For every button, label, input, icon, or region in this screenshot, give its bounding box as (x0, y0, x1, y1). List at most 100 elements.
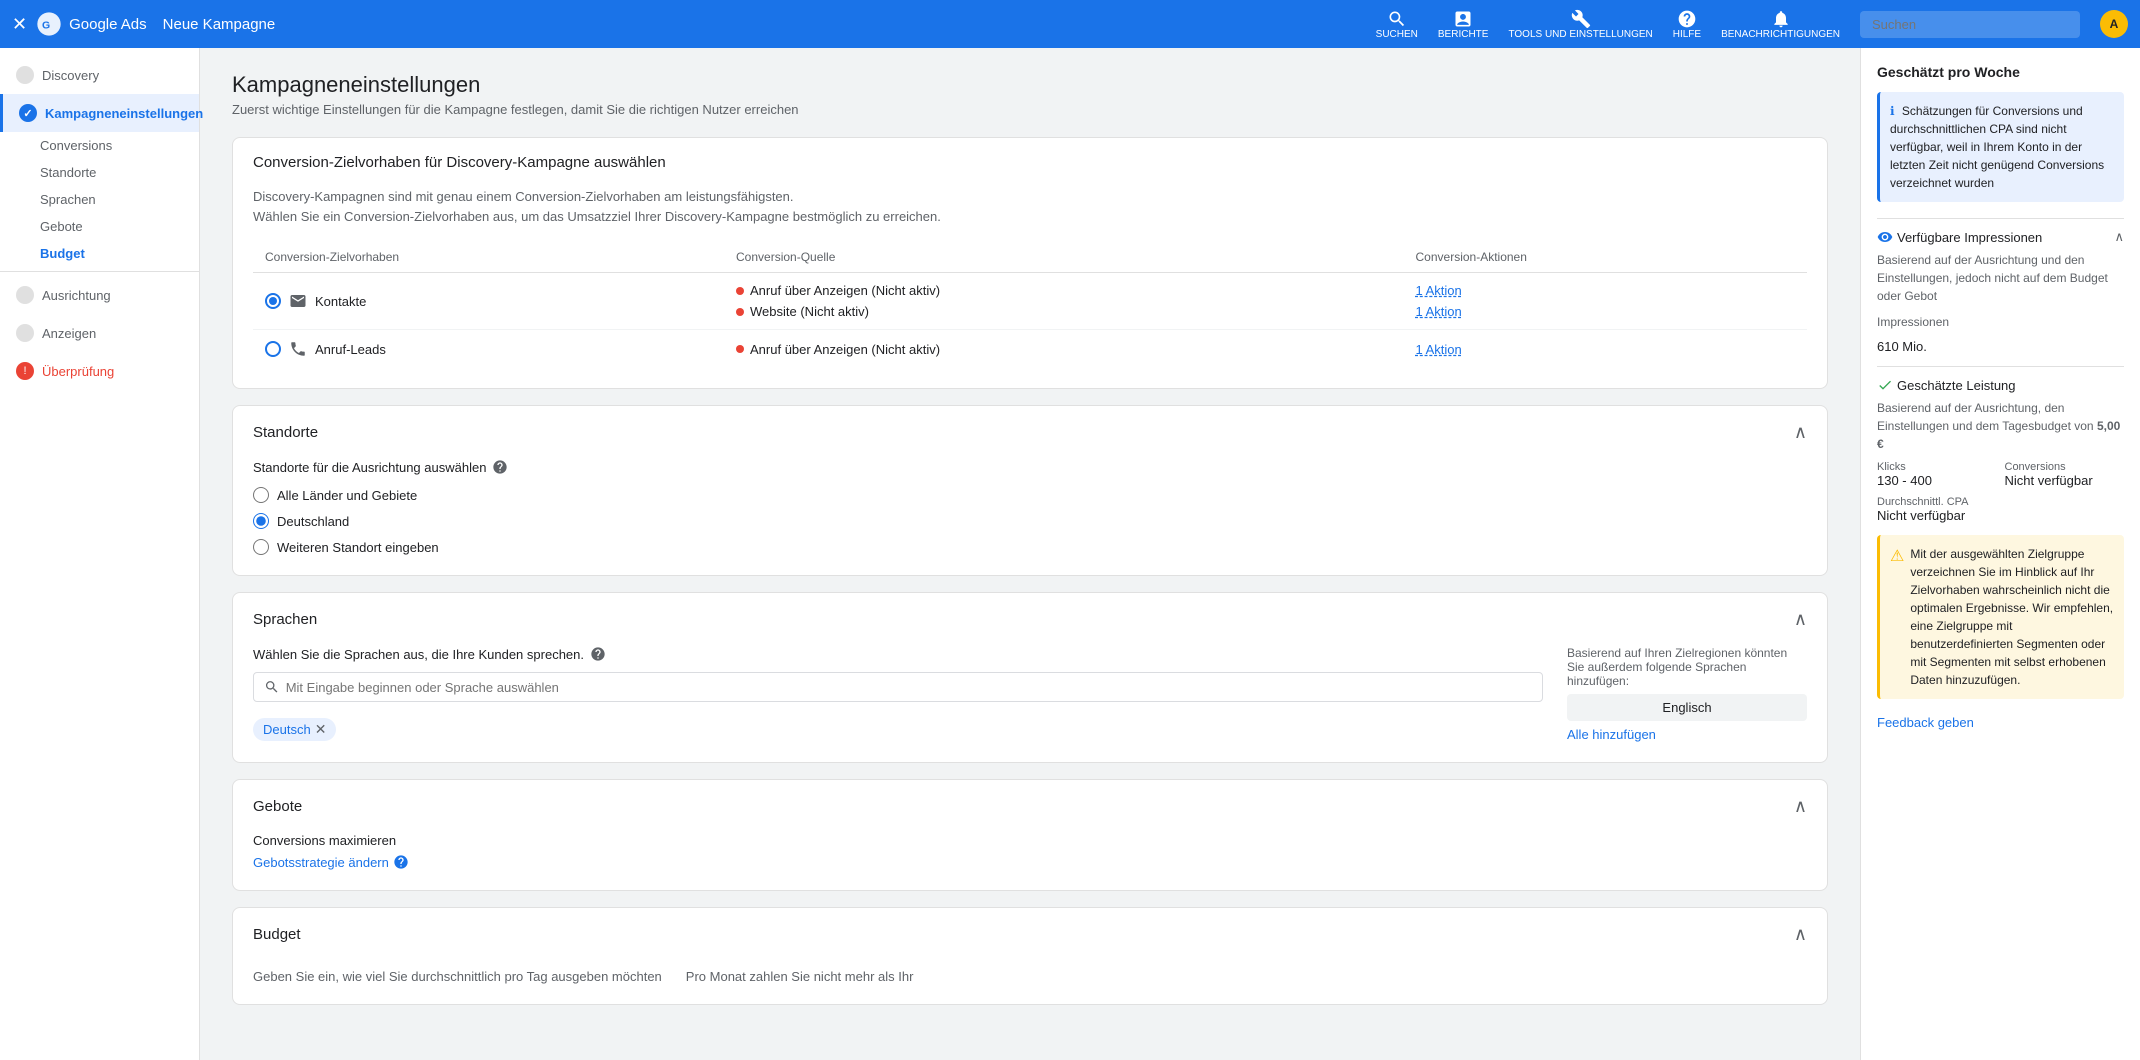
gebote-change-label: Gebotsstrategie ändern (253, 855, 389, 870)
tools-nav-label: TOOLS UND EINSTELLUNGEN (1508, 29, 1652, 40)
close-button[interactable]: ✕ (12, 14, 27, 35)
kontakte-action-2[interactable]: 1 Aktion (1416, 304, 1795, 319)
budget-collapse-icon[interactable]: ∧ (1794, 924, 1807, 945)
sidebar-sub-standorte[interactable]: Standorte (0, 159, 199, 186)
sidebar-conversions-label: Conversions (40, 138, 112, 153)
reports-nav-button[interactable]: BERICHTE (1438, 9, 1489, 40)
standorte-help-label: Standorte für die Ausrichtung auswählen (253, 460, 486, 475)
gebote-card-body: Conversions maximieren Gebotsstrategie ä… (233, 833, 1827, 890)
sprachen-title: Sprachen (253, 611, 317, 628)
anzeigen-step-icon (16, 324, 34, 342)
impressions-section-title: Verfügbare Impressionen ∧ (1877, 229, 2124, 245)
radio-alle-laender[interactable]: Alle Länder und Gebiete (253, 487, 1807, 503)
conversions-label: Conversions (2005, 461, 2125, 473)
col-zielvorhaben: Conversion-Zielvorhaben (253, 242, 724, 273)
budget-card-header[interactable]: Budget ∧ (233, 908, 1827, 961)
sidebar-sub-gebote[interactable]: Gebote (0, 213, 199, 240)
sidebar-item-ueberpruefung[interactable]: ! Überprüfung (0, 352, 199, 390)
kontakte-radio[interactable] (265, 293, 281, 309)
sprachen-suggested-title: Basierend auf Ihren Zielregionen könnten… (1567, 646, 1807, 688)
discovery-step-icon (16, 66, 34, 84)
standorte-collapse-icon[interactable]: ∧ (1794, 422, 1807, 443)
sprachen-search-icon (264, 679, 280, 695)
kontakte-label: Kontakte (315, 294, 366, 309)
kontakte-goal: Kontakte (265, 292, 712, 310)
impressions-description: Basierend auf der Ausrichtung und den Ei… (1877, 251, 2124, 305)
sprachen-layout: Wählen Sie die Sprachen aus, die Ihre Ku… (253, 646, 1807, 742)
tools-nav-button[interactable]: TOOLS UND EINSTELLUNGEN (1508, 9, 1652, 40)
add-all-button[interactable]: Alle hinzufügen (1567, 727, 1807, 742)
anruf-sources: Anruf über Anzeigen (Nicht aktiv) (736, 342, 1392, 357)
sidebar-sub-sprachen[interactable]: Sprachen (0, 186, 199, 213)
gebote-change-link[interactable]: Gebotsstrategie ändern (253, 854, 1807, 870)
radio-weiterer[interactable]: Weiteren Standort eingeben (253, 539, 1807, 555)
ueberpruefung-step-icon: ! (16, 362, 34, 380)
tag-deutsch-remove[interactable]: ✕ (315, 721, 327, 738)
sidebar: Discovery ✓ Kampagneneinstellungen Conve… (0, 48, 200, 1060)
cpa-label: Durchschnittl. CPA (1877, 496, 2124, 508)
sprachen-card-header[interactable]: Sprachen ∧ (233, 593, 1827, 646)
sidebar-item-discovery[interactable]: Discovery (0, 56, 199, 94)
col-quelle: Conversion-Quelle (724, 242, 1404, 273)
help-nav-button[interactable]: HILFE (1673, 9, 1701, 40)
notifications-nav-button[interactable]: BENACHRICHTIGUNGEN (1721, 9, 1840, 40)
anruf-action-1[interactable]: 1 Aktion (1416, 342, 1795, 357)
sidebar-sub-conversions[interactable]: Conversions (0, 132, 199, 159)
budget-desc: Geben Sie ein, wie viel Sie durchschnitt… (253, 969, 662, 984)
radio-alle-label: Alle Länder und Gebiete (277, 488, 417, 503)
kontakte-actions: 1 Aktion 1 Aktion (1416, 283, 1795, 319)
radio-alle-input[interactable] (253, 487, 269, 503)
impressions-expand-icon[interactable]: ∧ (2114, 229, 2124, 245)
budget-layout: Geben Sie ein, wie viel Sie durchschnitt… (253, 961, 1807, 984)
sprachen-collapse-icon[interactable]: ∧ (1794, 609, 1807, 630)
warning-box: ⚠ Mit der ausgewählten Zielgruppe verzei… (1877, 535, 2124, 699)
budget-note: Pro Monat zahlen Sie nicht mehr als Ihr (686, 969, 914, 984)
search-nav-button[interactable]: SUCHEN (1376, 9, 1418, 40)
kontakte-sources: Anruf über Anzeigen (Nicht aktiv) Websit… (736, 283, 1392, 319)
kontakte-actions-cell: 1 Aktion 1 Aktion (1404, 273, 1807, 330)
gebote-card: Gebote ∧ Conversions maximieren Gebotsst… (232, 779, 1828, 891)
radio-deutschland-input[interactable] (253, 513, 269, 529)
klicks-value: 130 - 400 (1877, 473, 1997, 488)
gebote-collapse-icon[interactable]: ∧ (1794, 796, 1807, 817)
sidebar-ueberpruefung-label: Überprüfung (42, 364, 114, 379)
gebote-card-header[interactable]: Gebote ∧ (233, 780, 1827, 833)
conversion-card: Conversion-Zielvorhaben für Discovery-Ka… (232, 137, 1828, 389)
right-panel: Geschätzt pro Woche ℹ Schätzungen für Co… (1860, 48, 2140, 1060)
gebote-title: Gebote (253, 798, 302, 815)
global-search-input[interactable] (1860, 11, 2080, 38)
anruf-radio[interactable] (265, 341, 281, 357)
kontakte-icon (289, 292, 307, 310)
performance-icon (1877, 377, 1893, 393)
kontakte-action-1[interactable]: 1 Aktion (1416, 283, 1795, 298)
sidebar-sub-budget[interactable]: Budget (0, 240, 199, 267)
kontakte-sources-cell: Anruf über Anzeigen (Nicht aktiv) Websit… (724, 273, 1404, 330)
tag-deutsch: Deutsch ✕ (253, 718, 336, 741)
kampagne-step-icon: ✓ (19, 104, 37, 122)
radio-deutschland[interactable]: Deutschland (253, 513, 1807, 529)
sidebar-standorte-label: Standorte (40, 165, 96, 180)
dot-red-icon (736, 287, 744, 295)
notifications-nav-label: BENACHRICHTIGUNGEN (1721, 29, 1840, 40)
impressions-value: 610 Mio. (1877, 339, 2124, 354)
conversion-card-header[interactable]: Conversion-Zielvorhaben für Discovery-Ka… (233, 138, 1827, 187)
budget-card-body: Geben Sie ein, wie viel Sie durchschnitt… (233, 961, 1827, 1004)
table-row: Anruf-Leads Anruf über Anzeigen (Nicht a… (253, 330, 1807, 369)
sprachen-right-panel: Basierend auf Ihren Zielregionen könnten… (1567, 646, 1807, 742)
feedback-link[interactable]: Feedback geben (1877, 715, 1974, 730)
sidebar-item-kampagneneinstellungen[interactable]: ✓ Kampagneneinstellungen (0, 94, 199, 132)
warning-icon: ⚠ (1890, 545, 1904, 689)
radio-weiterer-input[interactable] (253, 539, 269, 555)
source-anruf: Anruf über Anzeigen (Nicht aktiv) (736, 283, 1392, 298)
sprachen-search-input[interactable] (286, 680, 1532, 695)
reports-nav-label: BERICHTE (1438, 29, 1489, 40)
sprachen-search-box[interactable] (253, 672, 1543, 702)
standorte-title: Standorte (253, 424, 318, 441)
sidebar-item-ausrichtung[interactable]: Ausrichtung (0, 276, 199, 314)
user-avatar[interactable]: A (2100, 10, 2128, 38)
sidebar-anzeigen-label: Anzeigen (42, 326, 96, 341)
sidebar-item-anzeigen[interactable]: Anzeigen (0, 314, 199, 352)
impressions-title: Verfügbare Impressionen (1897, 230, 2042, 245)
standorte-card-header[interactable]: Standorte ∧ (233, 406, 1827, 459)
anruf-goal-cell: Anruf-Leads (253, 330, 724, 369)
